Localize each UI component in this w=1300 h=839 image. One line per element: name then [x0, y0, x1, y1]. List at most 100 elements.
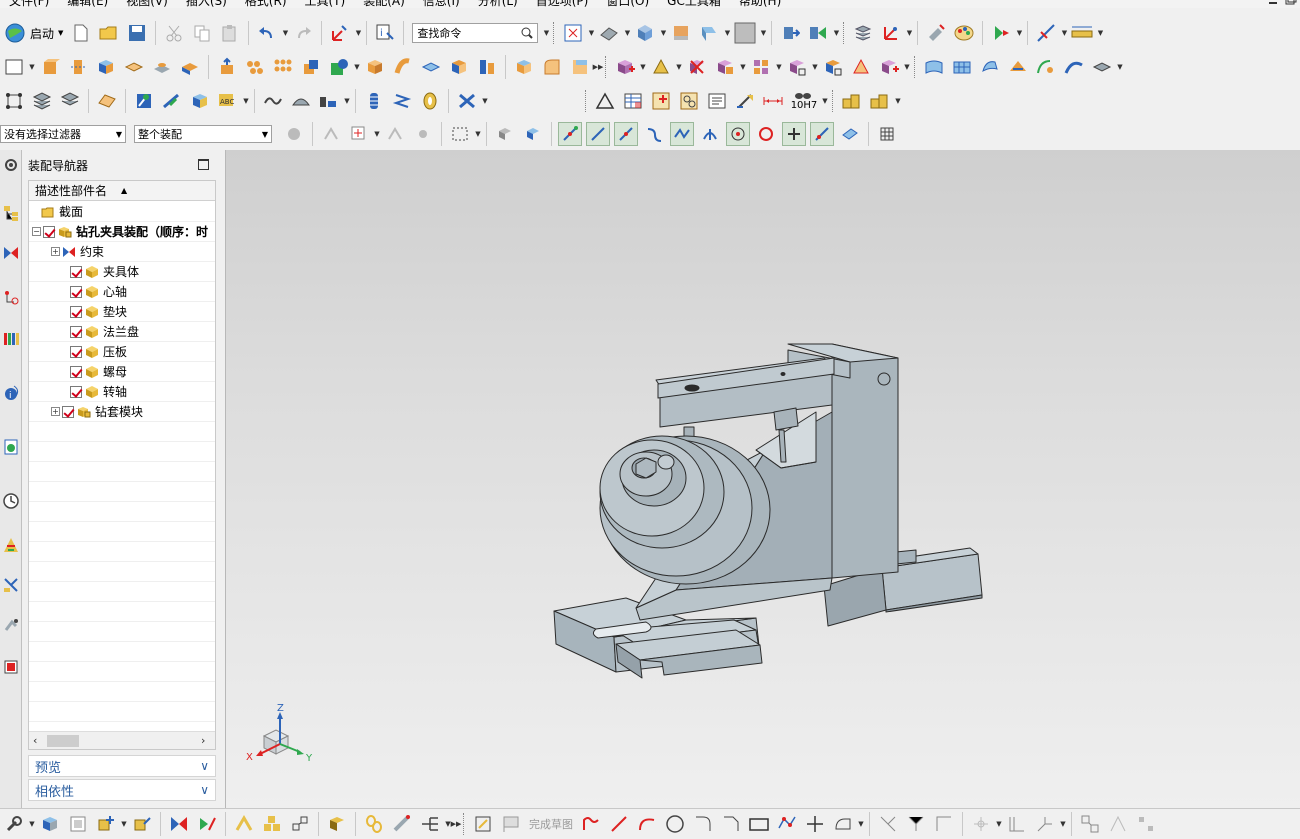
- tree-row-part[interactable]: 夹具体: [29, 262, 215, 282]
- dependency-section-header[interactable]: 相依性 ∨: [28, 779, 216, 801]
- swept-icon[interactable]: [391, 55, 415, 79]
- studio-surface-icon[interactable]: [1006, 55, 1030, 79]
- sequence-icon[interactable]: [821, 55, 845, 79]
- pattern-feature-icon[interactable]: [243, 55, 267, 79]
- open-folder-icon[interactable]: [97, 21, 121, 45]
- settings-icon[interactable]: [1, 154, 21, 176]
- menu-tools[interactable]: 工具(T): [296, 0, 355, 9]
- snap-intersection-icon[interactable]: [670, 122, 694, 146]
- split-body-icon[interactable]: [475, 55, 499, 79]
- subtract-icon[interactable]: [327, 55, 351, 79]
- minimize-icon[interactable]: [1266, 0, 1280, 6]
- system-materials-tab-icon[interactable]: [1, 534, 21, 556]
- snap-on-curve-icon[interactable]: [810, 122, 834, 146]
- shaded-cube-icon[interactable]: [633, 21, 657, 45]
- collapse-icon[interactable]: −: [32, 227, 41, 236]
- column-header[interactable]: 描述性部件名 ▲: [29, 181, 215, 201]
- tree-row-part[interactable]: 垫块: [29, 302, 215, 322]
- ruler-icon[interactable]: [1070, 21, 1094, 45]
- weld-symbol-icon[interactable]: [733, 89, 757, 113]
- part-navigator-tab-icon[interactable]: [1, 286, 21, 308]
- show-degrees-of-freedom-icon[interactable]: [195, 812, 219, 836]
- menu-edit[interactable]: 编辑(E): [58, 0, 117, 9]
- mirror-curve-icon[interactable]: [1106, 812, 1130, 836]
- command-search-input[interactable]: 查找命令: [412, 23, 539, 43]
- note-icon[interactable]: [705, 89, 729, 113]
- through-curves-icon[interactable]: [978, 55, 1002, 79]
- info-icon[interactable]: i: [373, 21, 397, 45]
- polygon-icon[interactable]: [775, 812, 799, 836]
- ruled-surface-icon[interactable]: [289, 89, 313, 113]
- triangle-icon[interactable]: [593, 89, 617, 113]
- pattern-curve-icon[interactable]: [1134, 812, 1158, 836]
- box-select-icon[interactable]: [448, 122, 472, 146]
- scrollbar-thumb[interactable]: [47, 735, 79, 747]
- undo-icon[interactable]: [255, 21, 279, 45]
- move-component-icon[interactable]: [778, 21, 802, 45]
- pad-icon[interactable]: [122, 55, 146, 79]
- menu-gc-toolbox[interactable]: GC工具箱: [658, 0, 730, 9]
- reuse-library-tab-icon[interactable]: [1, 328, 21, 350]
- snap-knob-icon[interactable]: [411, 122, 435, 146]
- menu-info[interactable]: 信息(I): [414, 0, 469, 9]
- sketch-wrench-icon[interactable]: [2, 812, 26, 836]
- constraint-navigator-tab-icon[interactable]: [1, 242, 21, 264]
- table-icon[interactable]: [621, 89, 645, 113]
- component-array-icon[interactable]: [260, 812, 284, 836]
- copy-icon[interactable]: [190, 21, 214, 45]
- preview-section-header[interactable]: 预览 ∨: [28, 755, 216, 777]
- reference-set-icon[interactable]: [232, 812, 256, 836]
- visibility-checkbox[interactable]: [70, 345, 82, 358]
- drawing-sheet-icon[interactable]: [66, 812, 90, 836]
- render-style-icon[interactable]: [597, 21, 621, 45]
- edit-object-icon[interactable]: [95, 89, 119, 113]
- scroll-left-icon[interactable]: ‹: [33, 734, 37, 747]
- visibility-checkbox[interactable]: [70, 285, 82, 298]
- unite-icon[interactable]: [299, 55, 323, 79]
- new-file-icon[interactable]: [69, 21, 93, 45]
- snap-midpoint-icon[interactable]: [614, 122, 638, 146]
- wave-link-icon[interactable]: [785, 55, 809, 79]
- interference-icon[interactable]: [877, 55, 901, 79]
- offset-face-icon[interactable]: [215, 55, 239, 79]
- wcs-icon[interactable]: [879, 21, 903, 45]
- snap-endpoint-icon[interactable]: [558, 122, 582, 146]
- drill-fixture-model[interactable]: [226, 150, 1300, 808]
- arc-icon[interactable]: [635, 812, 659, 836]
- gc-part-library-icon[interactable]: [840, 89, 864, 113]
- profile-icon[interactable]: [579, 812, 603, 836]
- hd3d-tools-tab-icon[interactable]: i: [1, 382, 21, 404]
- feature-group-icon[interactable]: [282, 122, 306, 146]
- section-drawing-icon[interactable]: [677, 89, 701, 113]
- expand-icon[interactable]: +: [51, 407, 60, 416]
- selection-scope-dropdown[interactable]: 整个装配 ▼: [134, 125, 272, 143]
- visibility-checkbox[interactable]: [70, 265, 82, 278]
- sketch-icon[interactable]: [471, 812, 495, 836]
- spline-surface-icon[interactable]: [261, 89, 285, 113]
- finish-sketch-flag-icon[interactable]: [499, 812, 523, 836]
- paste-icon[interactable]: [218, 21, 242, 45]
- boss-icon[interactable]: [150, 55, 174, 79]
- menu-insert[interactable]: 插入(S): [177, 0, 236, 9]
- select-face-icon[interactable]: [521, 122, 545, 146]
- snap-point-icon[interactable]: [782, 122, 806, 146]
- cut-icon[interactable]: [162, 21, 186, 45]
- menu-view[interactable]: 视图(V): [117, 0, 177, 9]
- tree-row-part[interactable]: 心轴: [29, 282, 215, 302]
- gc-standard-parts-icon[interactable]: [868, 89, 892, 113]
- exploded-view-icon[interactable]: [749, 55, 773, 79]
- visibility-checkbox[interactable]: [70, 365, 82, 378]
- section-view-icon[interactable]: [697, 21, 721, 45]
- visibility-checkbox[interactable]: [70, 305, 82, 318]
- snap-center-icon[interactable]: [726, 122, 750, 146]
- snap-quadrant-icon[interactable]: [754, 122, 778, 146]
- move-part-icon[interactable]: [130, 812, 154, 836]
- tree-row-part[interactable]: 转轴: [29, 382, 215, 402]
- quick-trim-icon[interactable]: [876, 812, 900, 836]
- fit-view-icon[interactable]: [561, 21, 585, 45]
- tree-row-section[interactable]: 截面: [29, 202, 215, 222]
- shell-icon[interactable]: [568, 55, 592, 79]
- law-extension-icon[interactable]: [1090, 55, 1114, 79]
- quick-extend-icon[interactable]: [904, 812, 928, 836]
- menu-preferences[interactable]: 首选项(P): [527, 0, 598, 9]
